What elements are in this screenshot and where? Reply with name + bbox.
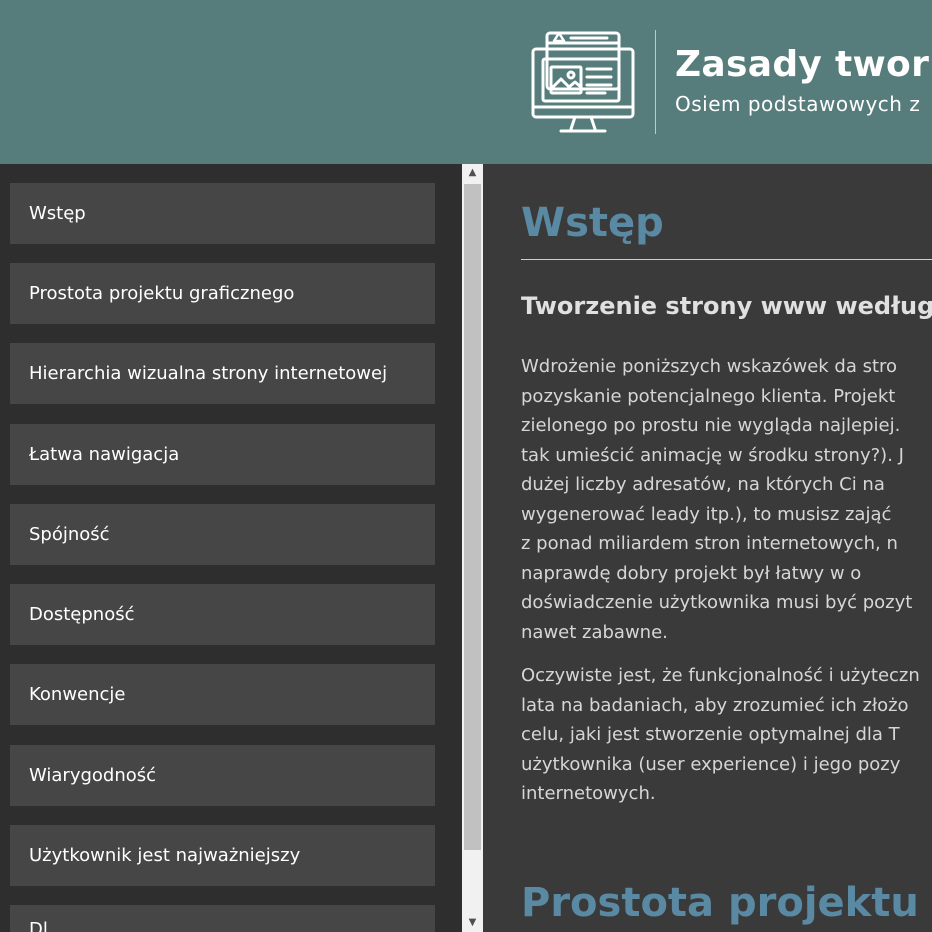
site-title: Zasady twor <box>675 44 930 85</box>
sidebar-item-wstep[interactable]: Wstęp <box>10 183 435 244</box>
sidebar-item-prostota[interactable]: Prostota projektu graficznego <box>10 263 435 324</box>
scroll-up-arrow-icon[interactable]: ▲ <box>462 164 483 182</box>
header-divider <box>655 30 656 134</box>
sidebar-item-partial[interactable]: Dl <box>10 905 435 932</box>
sidebar-item-uzytkownik[interactable]: Użytkownik jest najważniejszy <box>10 825 435 886</box>
next-section-title: Prostota projektu g <box>521 880 932 926</box>
web-design-monitor-icon <box>531 31 635 133</box>
sidebar-item-dostepnosc[interactable]: Dostępność <box>10 584 435 645</box>
paragraph-line: naprawdę dobry projekt był łatwy w o <box>521 562 862 584</box>
section-title: Wstęp <box>521 200 664 246</box>
sidebar-item-wiarygodnosc[interactable]: Wiarygodność <box>10 745 435 806</box>
main-content: Wstęp Tworzenie strony www według Wdroże… <box>483 164 932 932</box>
site-header: Zasady twor Osiem podstawowych z <box>0 0 932 164</box>
paragraph-line: doświadczenie użytkownika musi być pozyt <box>521 592 913 613</box>
paragraph-line: zielonego po prostu nie wygląda najlepie… <box>521 415 901 436</box>
paragraph-line: użytkownika (user experience) i jego poz… <box>521 753 901 775</box>
paragraph-2: Oczywiste jest, że funkcjonalność i użyt… <box>521 661 932 809</box>
scroll-thumb[interactable] <box>464 184 481 850</box>
paragraph-line: nawet zabawne. <box>521 621 668 643</box>
paragraph-line: celu, jaki jest stworzenie optymalnej dl… <box>521 724 900 745</box>
paragraph-line: dużej liczby adresatów, na których Ci na <box>521 474 885 495</box>
paragraph-line: Wdrożenie poniższych wskazówek da stro <box>521 356 898 377</box>
section-divider <box>521 259 932 260</box>
paragraph-line: z ponad miliardem stron internetowych, n <box>521 533 898 554</box>
paragraph-line: wygenerować leady itp.), to musisz zająć <box>521 503 892 525</box>
sidebar-item-spojnosc[interactable]: Spójność <box>10 504 435 565</box>
sidebar-scrollbar[interactable]: ▲ ▼ <box>462 164 483 932</box>
sidebar-item-nawigacja[interactable]: Łatwa nawigacja <box>10 424 435 485</box>
paragraph-line: pozyskanie potencjalnego klienta. Projek… <box>521 385 896 407</box>
sidebar-item-konwencje[interactable]: Konwencje <box>10 664 435 725</box>
paragraph-1: Wdrożenie poniższych wskazówek da stro p… <box>521 352 932 647</box>
paragraph-line: Oczywiste jest, że funkcjonalność i użyt… <box>521 665 920 686</box>
sidebar-item-hierarchia[interactable]: Hierarchia wizualna strony internetowej <box>10 343 435 404</box>
paragraph-line: internetowych. <box>521 783 656 804</box>
section-subheading: Tworzenie strony www według <box>521 292 932 320</box>
paragraph-line: lata na badaniach, aby zrozumieć ich zło… <box>521 694 909 716</box>
sidebar-nav: Wstęp Prostota projektu graficznego Hier… <box>0 164 462 932</box>
scroll-down-arrow-icon[interactable]: ▼ <box>462 914 483 932</box>
paragraph-line: tak umieścić animację w środku strony?).… <box>521 444 904 466</box>
site-subtitle: Osiem podstawowych z <box>675 92 921 116</box>
